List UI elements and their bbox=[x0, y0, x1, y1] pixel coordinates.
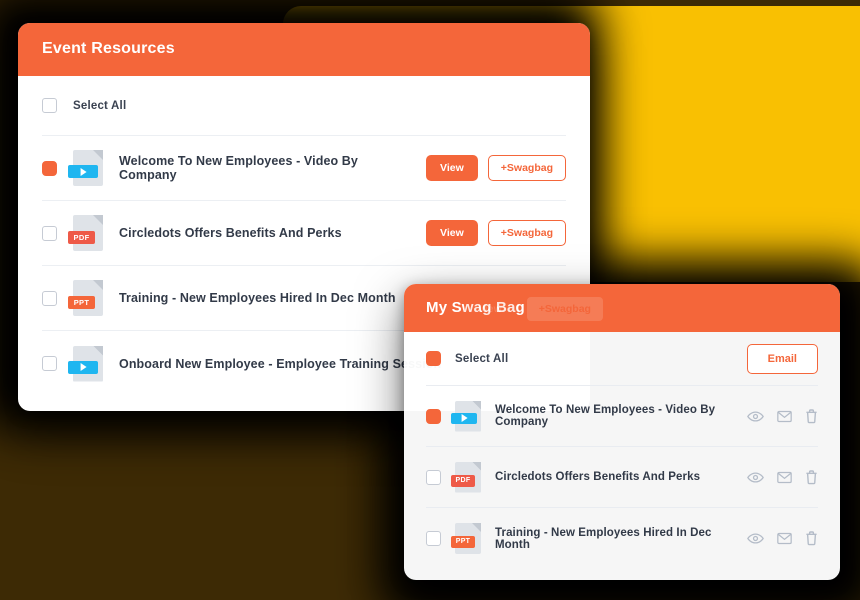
row-actions bbox=[747, 408, 818, 424]
swagbag-select-all-row[interactable]: Select All View +Swagbag Email bbox=[426, 296, 818, 386]
row-checkbox[interactable] bbox=[426, 408, 441, 424]
row-checkbox[interactable] bbox=[426, 531, 441, 546]
eye-icon[interactable] bbox=[747, 532, 764, 545]
dark-accent-block bbox=[0, 430, 390, 600]
my-swag-bag-body: Select All View +Swagbag Email Welcome T… bbox=[404, 296, 840, 569]
row-actions: View +Swagbag bbox=[426, 155, 566, 181]
screenshot-stage: Event Resources Select All Welcome To Ne… bbox=[0, 0, 860, 600]
row-checkbox[interactable] bbox=[42, 290, 57, 306]
eye-icon[interactable] bbox=[747, 410, 764, 423]
row-title: Circledots Offers Benefits And Perks bbox=[119, 226, 342, 240]
envelope-icon[interactable] bbox=[777, 532, 792, 545]
row-title: Welcome To New Employees - Video By Comp… bbox=[495, 404, 716, 428]
view-button[interactable]: View bbox=[426, 155, 478, 181]
ppt-badge-label: PPT bbox=[68, 296, 95, 309]
trash-icon[interactable] bbox=[805, 469, 818, 485]
row-actions bbox=[747, 469, 818, 485]
pdf-badge-label: PDF bbox=[451, 474, 475, 487]
table-row[interactable]: Welcome To New Employees - Video By Comp… bbox=[42, 136, 566, 201]
ppt-file-icon: PPT bbox=[68, 280, 103, 316]
resources-select-all-row[interactable]: Select All bbox=[42, 76, 566, 136]
list-item[interactable]: PDF Circledots Offers Benefits And Perks bbox=[426, 447, 818, 508]
email-button[interactable]: Email bbox=[746, 343, 818, 374]
video-file-icon bbox=[68, 345, 103, 382]
swagbag-select-all-checkbox[interactable] bbox=[426, 351, 441, 366]
add-to-swagbag-button[interactable]: +Swagbag bbox=[487, 220, 566, 246]
row-actions: View +Swagbag bbox=[426, 220, 566, 246]
row-title: Welcome To New Employees - Video By Comp… bbox=[119, 154, 358, 182]
trash-icon[interactable] bbox=[805, 408, 818, 424]
swagbag-select-all-label: Select All bbox=[455, 352, 509, 365]
ppt-badge-label: PPT bbox=[451, 536, 475, 548]
event-resources-title: Event Resources bbox=[18, 23, 590, 76]
row-title: Training - New Employees Hired In Dec Mo… bbox=[495, 526, 712, 551]
row-title: Circledots Offers Benefits And Perks bbox=[495, 471, 701, 483]
trash-icon[interactable] bbox=[805, 531, 818, 546]
ppt-file-icon: PPT bbox=[451, 523, 481, 554]
row-checkbox[interactable] bbox=[42, 225, 57, 241]
video-file-icon bbox=[68, 150, 103, 186]
my-swag-bag-title: My Swag Bag bbox=[404, 284, 840, 332]
envelope-icon[interactable] bbox=[777, 471, 792, 484]
eye-icon[interactable] bbox=[747, 471, 764, 484]
row-checkbox[interactable] bbox=[42, 356, 57, 371]
row-checkbox[interactable] bbox=[426, 469, 441, 485]
pdf-file-icon: PDF bbox=[68, 215, 103, 251]
add-to-swagbag-button[interactable]: +Swagbag bbox=[487, 155, 566, 181]
row-actions bbox=[747, 531, 818, 546]
envelope-icon[interactable] bbox=[777, 410, 792, 423]
list-item[interactable]: PPT Training - New Employees Hired In De… bbox=[426, 508, 818, 569]
pdf-badge-label: PDF bbox=[68, 231, 95, 244]
resources-select-all-label: Select All bbox=[73, 99, 127, 112]
table-row[interactable]: PDF Circledots Offers Benefits And Perks… bbox=[42, 201, 566, 266]
view-button[interactable]: View bbox=[426, 220, 478, 246]
pdf-file-icon: PDF bbox=[451, 461, 481, 493]
my-swag-bag-card: My Swag Bag Select All View +Swagbag Ema… bbox=[404, 284, 840, 580]
row-checkbox[interactable] bbox=[42, 160, 57, 176]
list-item[interactable]: Welcome To New Employees - Video By Comp… bbox=[426, 386, 818, 447]
video-file-icon bbox=[451, 400, 481, 432]
resources-select-all-checkbox[interactable] bbox=[42, 98, 57, 113]
